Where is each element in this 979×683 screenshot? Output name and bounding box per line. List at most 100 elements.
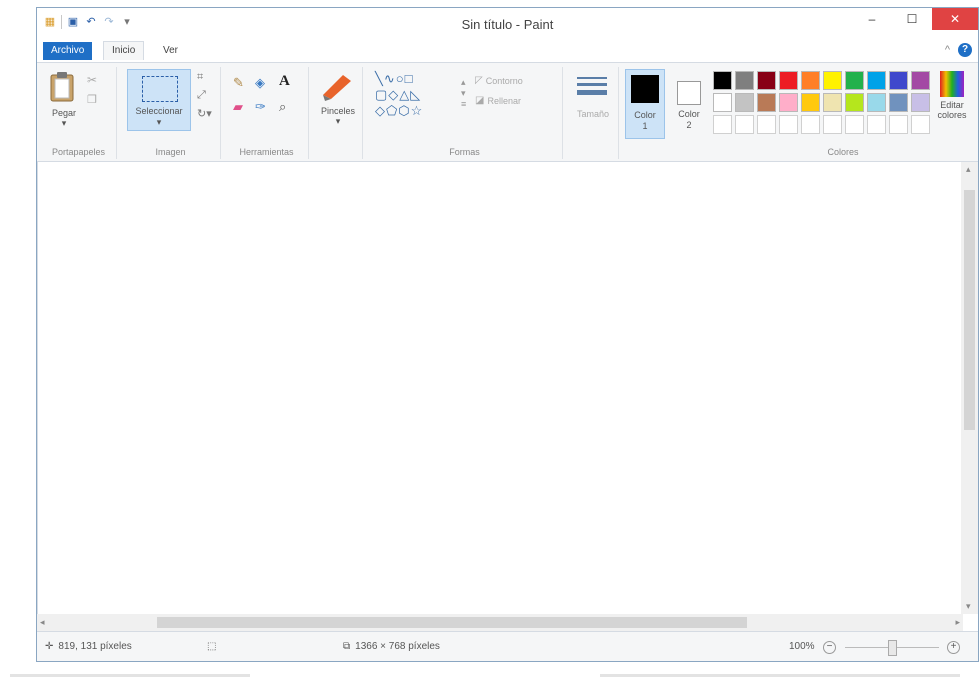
- color-swatch[interactable]: [889, 93, 908, 112]
- color-swatch[interactable]: [867, 71, 886, 90]
- thick-line-icon: [577, 90, 607, 95]
- chevron-down-icon: ▾: [335, 116, 341, 126]
- tab-file[interactable]: Archivo: [43, 42, 93, 60]
- help-icon[interactable]: ?: [958, 43, 972, 57]
- custom-color-slot[interactable]: [823, 115, 842, 134]
- paste-button[interactable]: Pegar ▾: [47, 71, 81, 129]
- color1-button[interactable]: Color 1: [625, 69, 665, 139]
- custom-color-slot[interactable]: [735, 115, 754, 134]
- pencil-icon[interactable]: ✎: [233, 75, 244, 91]
- close-button[interactable]: ✕: [932, 8, 978, 30]
- clipboard-group: Pegar ▾ ✂ ❐ Portapapeles: [41, 67, 117, 159]
- fill-bucket-icon: ◪: [475, 95, 485, 106]
- canvas-workspace: [37, 162, 964, 614]
- color-swatch[interactable]: [713, 71, 732, 90]
- color-swatch[interactable]: [845, 71, 864, 90]
- paint-window: ▦ ▣ ↶ ↷ ▾ Sin título - Paint – ☐ ✕ Archi…: [36, 7, 979, 662]
- edit-colors-button[interactable]: Editar colores: [935, 71, 969, 120]
- shapes-scroll-icon[interactable]: ▴ ▾ ≡: [461, 77, 466, 109]
- shapes-row-3: ◇⬠⬡☆: [375, 103, 424, 118]
- color2-swatch: [677, 81, 701, 105]
- color-swatch[interactable]: [911, 71, 930, 90]
- maximize-button[interactable]: ☐: [892, 8, 932, 30]
- size-group: Tamaño: [567, 67, 619, 159]
- scroll-up-icon[interactable]: ▴: [966, 164, 971, 175]
- selection-size-icon: ⬚: [207, 641, 217, 652]
- tab-view[interactable]: Ver: [155, 42, 186, 60]
- clipboard-icon: [50, 72, 74, 102]
- rotate-icon[interactable]: ↻▾: [197, 107, 212, 120]
- color-swatch[interactable]: [713, 93, 732, 112]
- color-swatch[interactable]: [779, 71, 798, 90]
- tools-group-label: Herramientas: [239, 147, 294, 157]
- drawing-canvas[interactable]: [44, 166, 958, 612]
- outline-label: Contorno: [485, 75, 523, 86]
- color-swatch[interactable]: [735, 93, 754, 112]
- copy-icon[interactable]: ❐: [87, 93, 97, 106]
- color-swatch[interactable]: [779, 93, 798, 112]
- zoom-in-button[interactable]: +: [947, 641, 960, 654]
- color-swatch[interactable]: [735, 71, 754, 90]
- select-button[interactable]: Seleccionar ▾: [127, 69, 191, 131]
- taskbar-segment: [600, 674, 960, 677]
- eraser-icon[interactable]: ▰: [233, 99, 243, 115]
- color-swatch[interactable]: [867, 93, 886, 112]
- ribbon: Pegar ▾ ✂ ❐ Portapapeles Seleccionar ▾ ⌗…: [37, 62, 978, 162]
- color-swatch[interactable]: [911, 93, 930, 112]
- horizontal-scrollbar[interactable]: ◂ ▸: [37, 614, 963, 631]
- color-swatch[interactable]: [823, 93, 842, 112]
- custom-color-slot[interactable]: [911, 115, 930, 134]
- outline-button[interactable]: ◸ Contorno: [475, 75, 523, 86]
- tab-home[interactable]: Inicio: [103, 41, 145, 60]
- size-label: Tamaño: [577, 109, 610, 119]
- fill-icon[interactable]: ◈: [255, 75, 265, 91]
- custom-color-slot[interactable]: [889, 115, 908, 134]
- resize-icon[interactable]: ⤢: [197, 89, 206, 102]
- zoom-out-button[interactable]: −: [823, 641, 836, 654]
- text-icon[interactable]: A: [279, 73, 290, 90]
- brushes-group: Pinceles ▾: [313, 67, 363, 159]
- custom-color-slot[interactable]: [713, 115, 732, 134]
- crop-icon[interactable]: ⌗: [197, 71, 203, 84]
- paste-label: Pegar: [51, 108, 77, 118]
- custom-color-slot[interactable]: [845, 115, 864, 134]
- color-swatch[interactable]: [757, 93, 776, 112]
- cut-icon[interactable]: ✂: [87, 73, 97, 87]
- color-swatch[interactable]: [757, 71, 776, 90]
- color1-number: 1: [642, 121, 648, 131]
- custom-color-slot[interactable]: [867, 115, 886, 134]
- color-swatch[interactable]: [823, 71, 842, 90]
- vertical-scrollbar[interactable]: ▴ ▾: [961, 162, 978, 614]
- shapes-row-1: ╲∿○□: [375, 71, 414, 86]
- scroll-down-icon[interactable]: ▾: [966, 601, 971, 612]
- size-button[interactable]: Tamaño: [577, 77, 610, 119]
- custom-color-slot[interactable]: [779, 115, 798, 134]
- crosshair-icon: ✛: [45, 641, 54, 652]
- color-picker-icon[interactable]: ✑: [255, 99, 266, 115]
- custom-color-slot[interactable]: [801, 115, 820, 134]
- color-swatch[interactable]: [801, 93, 820, 112]
- vertical-scroll-thumb[interactable]: [964, 190, 975, 430]
- horizontal-scroll-thumb[interactable]: [157, 617, 747, 628]
- colors-group: Editar colores Colores: [713, 67, 973, 159]
- magnifier-icon[interactable]: ⌕: [279, 99, 286, 115]
- color-swatch[interactable]: [845, 93, 864, 112]
- status-bar: ✛ 819, 131 píxeles ⬚ ⧉ 1366 × 768 píxele…: [37, 631, 978, 661]
- ribbon-right-controls: ^ ?: [945, 43, 972, 57]
- brushes-label: Pinceles: [320, 106, 356, 116]
- shapes-gallery[interactable]: ╲∿○□ ▢◇△◺ ◇⬠⬡☆: [375, 71, 423, 119]
- color1-swatch: [631, 75, 659, 103]
- custom-color-slot[interactable]: [757, 115, 776, 134]
- minimize-button[interactable]: –: [852, 8, 892, 30]
- fill-shape-button[interactable]: ◪ Rellenar: [475, 95, 521, 106]
- scroll-right-icon[interactable]: ▸: [955, 617, 960, 628]
- zoom-slider-knob[interactable]: [888, 640, 897, 656]
- color2-button[interactable]: Color 2: [669, 69, 709, 139]
- collapse-ribbon-button[interactable]: ^: [945, 44, 950, 56]
- chevron-down-icon: ▾: [156, 117, 162, 127]
- color-swatch[interactable]: [801, 71, 820, 90]
- brushes-button[interactable]: Pinceles ▾: [319, 71, 357, 127]
- shapes-group-label: Formas: [449, 147, 480, 157]
- color-swatch[interactable]: [889, 71, 908, 90]
- scroll-left-icon[interactable]: ◂: [40, 617, 45, 628]
